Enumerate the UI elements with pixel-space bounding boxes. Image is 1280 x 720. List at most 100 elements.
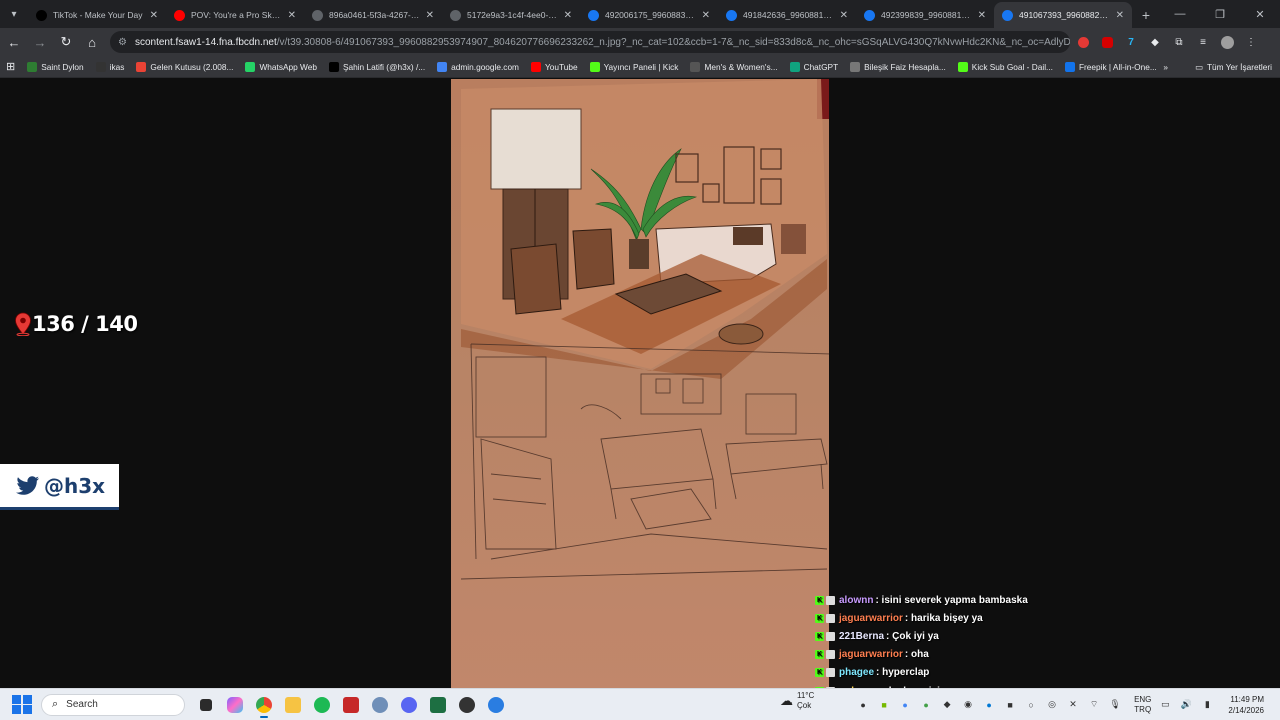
bookmark-item[interactable]: YouTube — [525, 57, 584, 77]
tab-search-button[interactable]: ▾ — [0, 0, 28, 28]
bookmark-item[interactable]: ChatGPT — [784, 57, 845, 77]
reload-icon[interactable]: ↻ — [54, 30, 78, 54]
forward-icon[interactable]: → — [28, 30, 52, 54]
copilot-icon[interactable] — [222, 692, 248, 718]
bookmark-item[interactable]: Şahin Latifi (@h3x) /... — [323, 57, 431, 77]
kick-badge-icon: K — [815, 613, 824, 623]
extension-diamond-icon[interactable]: ◆ — [1144, 31, 1166, 53]
network-icon[interactable]: ▭ — [1157, 697, 1173, 713]
battery-icon[interactable]: ▮ — [1199, 697, 1215, 713]
back-icon[interactable]: ← — [2, 30, 26, 54]
weather-widget[interactable]: ☁ 11°C Çok — [780, 691, 814, 711]
taskbar-clock[interactable]: 11:49 PM 2/14/2026 — [1228, 694, 1264, 716]
volume-icon[interactable]: 🔊 — [1178, 697, 1194, 713]
apps-grid-icon[interactable]: ⊞ — [0, 57, 21, 77]
bookmark-item[interactable]: Saint Dylon — [21, 57, 89, 77]
bookmark-label: Bileşik Faiz Hesapla... — [864, 61, 946, 72]
bookmark-label: YouTube — [544, 61, 578, 72]
bookmark-item[interactable]: admin.google.com — [431, 57, 525, 77]
browser-menu-icon[interactable]: ⋮ — [1240, 31, 1262, 53]
bookmark-item[interactable]: ikas — [90, 57, 131, 77]
windows-start-icon[interactable] — [11, 694, 33, 716]
bookmark-item[interactable]: Gelen Kutusu (2.008... — [130, 57, 239, 77]
address-bar[interactable]: ⚙ scontent.fsaw1-14.fna.fbcdn.net/v/t39.… — [110, 31, 1070, 53]
microphone-icon[interactable]: 🎙 — [1107, 697, 1123, 713]
lang-bottom: TRQ — [1134, 704, 1152, 714]
tray-record-icon[interactable]: ◉ — [960, 697, 976, 713]
bookmarks-overflow-icon[interactable]: » — [1157, 57, 1174, 77]
tray-circle-icon[interactable]: ○ — [1023, 697, 1039, 713]
close-tab-icon[interactable]: ✕ — [840, 10, 848, 21]
input-language[interactable]: ENG TRQ — [1134, 695, 1151, 715]
minimize-icon[interactable]: — — [1160, 0, 1200, 28]
bookmark-item[interactable]: Yayıncı Paneli | Kick — [584, 57, 685, 77]
home-icon[interactable]: ⌂ — [80, 30, 104, 54]
extension-shield-icon[interactable] — [1096, 31, 1118, 53]
chat-username[interactable]: jaguarwarrior — [839, 649, 903, 660]
taskbar-search-box[interactable]: ⌕ Search — [41, 693, 185, 716]
tray-nvidia-icon[interactable]: ■ — [876, 697, 892, 713]
close-tab-icon[interactable]: ✕ — [426, 10, 434, 21]
profile-avatar[interactable] — [1216, 31, 1238, 53]
tab-7[interactable]: 492399839_99608815208 ✕ — [856, 2, 994, 28]
all-bookmarks-folder[interactable]: ▭ Tüm Yer İşaretleri — [1195, 56, 1272, 78]
chat-username[interactable]: alownn — [839, 595, 873, 606]
tab-6[interactable]: 491842636_99608816673 ✕ — [718, 2, 856, 28]
bookmark-favicon-icon — [1064, 61, 1075, 72]
tab-5[interactable]: 492006175_99608832573 ✕ — [580, 2, 718, 28]
bookmark-item[interactable]: Men's & Women's... — [684, 57, 783, 77]
chrome-taskbar-icon[interactable] — [251, 692, 277, 718]
tray-edge-icon[interactable]: ● — [981, 697, 997, 713]
obs-icon[interactable] — [454, 692, 480, 718]
tray-wifi-icon[interactable]: ⌔ — [1086, 697, 1102, 713]
bookmark-favicon-icon — [136, 61, 147, 72]
chat-text: : oha — [904, 649, 929, 661]
tray-box-icon[interactable]: ■ — [1002, 697, 1018, 713]
streaming-app-icon[interactable] — [338, 692, 364, 718]
twitter-handle-badge: @h3x — [0, 464, 119, 510]
tray-x-icon[interactable]: ✕ — [1065, 697, 1081, 713]
chat-username[interactable]: jaguarwarrior — [839, 613, 903, 624]
close-tab-icon[interactable]: ✕ — [288, 10, 296, 21]
bookmark-item[interactable]: WhatsApp Web — [239, 57, 323, 77]
tab-4[interactable]: 5172e9a3-1c4f-4ee0-a4e ✕ — [442, 2, 580, 28]
extensions-puzzle-icon[interactable]: ⧉ — [1168, 31, 1190, 53]
close-tab-icon[interactable]: ✕ — [702, 10, 710, 21]
tab-3[interactable]: 896a0461-5f3a-4267-b39 ✕ — [304, 2, 442, 28]
excel-icon[interactable] — [425, 692, 451, 718]
window-controls: — ❐ ✕ — [1160, 0, 1280, 28]
close-window-icon[interactable]: ✕ — [1240, 0, 1280, 28]
close-tab-icon[interactable]: ✕ — [564, 10, 572, 21]
site-info-icon[interactable]: ⚙ — [118, 37, 127, 48]
tray-steam2-icon[interactable]: ◎ — [1044, 697, 1060, 713]
tray-chrome-icon[interactable]: ● — [897, 697, 913, 713]
new-tab-button[interactable]: + — [1132, 2, 1160, 28]
file-explorer-icon[interactable] — [280, 692, 306, 718]
tray-app-icon[interactable]: ◆ — [939, 697, 955, 713]
tray-steam-icon[interactable]: ● — [855, 697, 871, 713]
task-view-icon[interactable] — [193, 692, 219, 718]
tab-1[interactable]: TikTok - Make Your Day ✕ — [28, 2, 166, 28]
close-tab-icon[interactable]: ✕ — [978, 10, 986, 21]
reading-list-icon[interactable]: ≡ — [1192, 31, 1214, 53]
tab-2[interactable]: POV: You're a Pro Skier | O ✕ — [166, 2, 304, 28]
bookmark-item[interactable]: Freepik | All-in-One... — [1059, 57, 1163, 77]
settings-gear-icon[interactable] — [367, 692, 393, 718]
close-tab-icon[interactable]: ✕ — [1116, 10, 1124, 21]
extension-7tv-icon[interactable]: 7 — [1120, 31, 1142, 53]
chat-username[interactable]: 221Berna — [839, 631, 884, 642]
spotify-icon[interactable] — [309, 692, 335, 718]
extension-adblock-icon[interactable] — [1072, 31, 1094, 53]
tray-green-icon[interactable]: ● — [918, 697, 934, 713]
chat-message: Kjaguarwarrior: oha — [815, 646, 1115, 664]
bookmark-item[interactable]: Kick Sub Goal - Dail... — [952, 57, 1059, 77]
bookmark-item[interactable]: Bileşik Faiz Hesapla... — [844, 57, 952, 77]
tab-8[interactable]: 491067393_99608829539 ✕ — [994, 2, 1132, 28]
close-tab-icon[interactable]: ✕ — [150, 10, 158, 21]
notification-app-icon[interactable] — [483, 692, 509, 718]
interior-sketch-drawing — [451, 79, 829, 688]
maximize-icon[interactable]: ❐ — [1200, 0, 1240, 28]
counter-value: 136 / 140 — [32, 312, 138, 336]
discord-icon[interactable] — [396, 692, 422, 718]
chat-username[interactable]: phagee — [839, 667, 874, 678]
